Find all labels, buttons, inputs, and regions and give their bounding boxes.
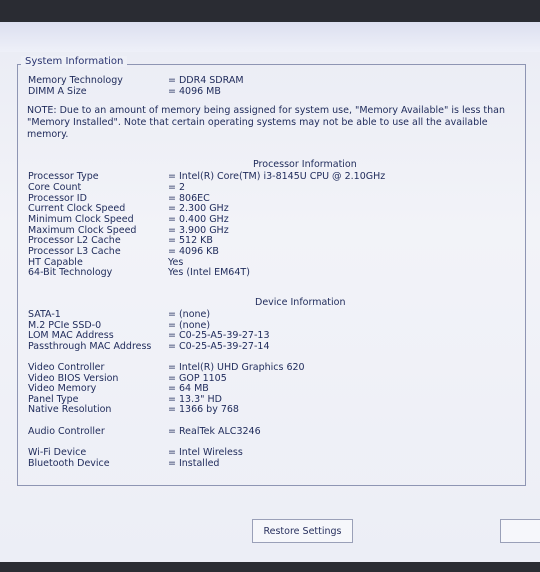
dimm-a-size-value: = 4096 MB <box>168 86 221 97</box>
l3-cache-value: = 4096 KB <box>168 246 219 257</box>
screen-bezel <box>0 0 540 22</box>
processor-type-label: Processor Type <box>28 171 99 182</box>
64bit-technology-label: 64-Bit Technology <box>28 267 113 278</box>
video-controller-label: Video Controller <box>28 362 105 373</box>
processor-information-title: Processor Information <box>253 159 357 170</box>
video-memory-value: = 64 MB <box>168 383 209 394</box>
core-count-value: = 2 <box>168 182 186 193</box>
sata-1-value: = (none) <box>168 309 211 320</box>
core-count-label: Core Count <box>28 182 82 193</box>
l2-cache-value: = 512 KB <box>168 235 213 246</box>
sata-1-label: SATA-1 <box>28 309 61 320</box>
wifi-device-value: = Intel Wireless <box>168 447 243 458</box>
audio-controller-label: Audio Controller <box>28 426 105 437</box>
wifi-device-label: Wi-Fi Device <box>28 447 87 458</box>
processor-type-value: = Intel(R) Core(TM) i3-8145U CPU @ 2.10G… <box>168 171 386 182</box>
l3-cache-label: Processor L3 Cache <box>28 246 121 257</box>
current-clock-speed-label: Current Clock Speed <box>28 203 126 214</box>
restore-settings-button[interactable]: Restore Settings <box>252 519 353 543</box>
memory-technology-label: Memory Technology <box>28 75 123 86</box>
screen-bottom-bezel <box>0 562 540 572</box>
header-band <box>0 22 540 52</box>
native-resolution-label: Native Resolution <box>28 404 112 415</box>
panel-legend: System Information <box>21 56 128 67</box>
lom-mac-value: = C0-25-A5-39-27-13 <box>168 330 270 341</box>
current-clock-speed-value: = 2.300 GHz <box>168 203 229 214</box>
passthrough-mac-label: Passthrough MAC Address <box>28 341 152 352</box>
minimum-clock-speed-label: Minimum Clock Speed <box>28 214 134 225</box>
64bit-technology-value: Yes (Intel EM64T) <box>168 267 250 278</box>
bluetooth-device-value: = Installed <box>168 458 220 469</box>
audio-controller-value: = RealTek ALC3246 <box>168 426 261 437</box>
minimum-clock-speed-value: = 0.400 GHz <box>168 214 229 225</box>
device-information-title: Device Information <box>255 297 346 308</box>
dimm-a-size-label: DIMM A Size <box>28 86 87 97</box>
memory-technology-value: = DDR4 SDRAM <box>168 75 244 86</box>
bios-screen: System Information Memory Technology = D… <box>0 0 540 572</box>
video-memory-label: Video Memory <box>28 383 97 394</box>
bluetooth-device-label: Bluetooth Device <box>28 458 110 469</box>
l2-cache-label: Processor L2 Cache <box>28 235 121 246</box>
lom-mac-label: LOM MAC Address <box>28 330 114 341</box>
passthrough-mac-value: = C0-25-A5-39-27-14 <box>168 341 270 352</box>
native-resolution-value: = 1366 by 768 <box>168 404 239 415</box>
video-controller-value: = Intel(R) UHD Graphics 620 <box>168 362 305 373</box>
partial-button[interactable] <box>500 519 540 543</box>
memory-note: NOTE: Due to an amount of memory being a… <box>27 105 506 140</box>
